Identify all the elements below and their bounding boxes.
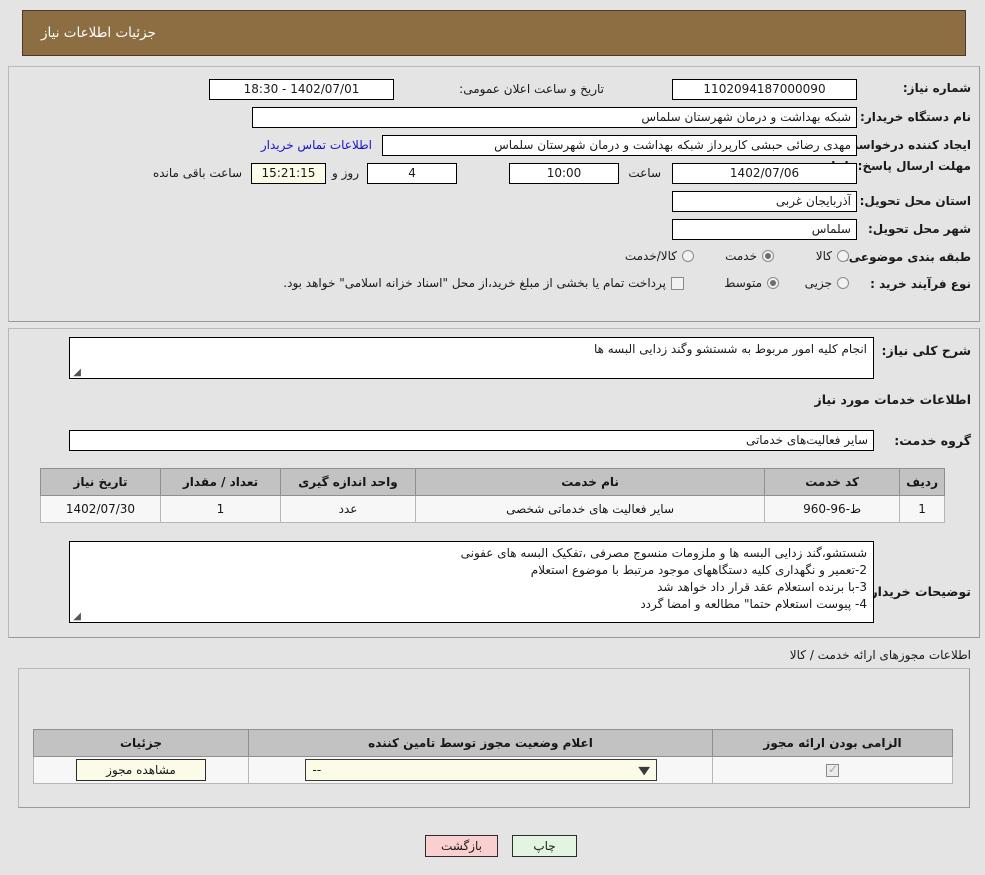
- remaining-hours-label: ساعت باقی مانده: [152, 166, 242, 180]
- category-option-kala-khedmat-label: کالا/خدمت: [624, 249, 677, 263]
- category-label: طبقه بندی موضوعی:: [843, 250, 971, 264]
- permits-panel: الزامی بودن ارائه مجوز اعلام وضعیت مجوز …: [18, 668, 970, 808]
- col-unit: واحد اندازه گیری: [280, 468, 416, 496]
- page-title: جزئیات اطلاعات نیاز: [41, 25, 156, 41]
- summary-textarea[interactable]: انجام کلیه امور مربوط به شستشو وگند زدای…: [69, 337, 874, 379]
- col-service-code: کد خدمت: [764, 468, 901, 496]
- services-table: ردیف کد خدمت نام خدمت واحد اندازه گیری ت…: [40, 468, 945, 523]
- announce-value: 1402/07/01 - 18:30: [209, 79, 394, 100]
- services-heading: اطلاعات خدمات مورد نیاز: [814, 392, 972, 407]
- buyer-note-line-3: 3-با برنده استعلام عقد قرار داد خواهد شد: [657, 580, 867, 594]
- cell-row-no: 1: [899, 495, 945, 523]
- cell-service-name: سایر فعالیت های خدماتی شخصی: [414, 495, 766, 523]
- checkbox-icon-treasury[interactable]: [671, 276, 684, 290]
- process-option-jozei[interactable]: جزیی: [805, 276, 849, 290]
- process-label: نوع فرآیند خرید :: [870, 277, 971, 291]
- summary-label: شرح کلی نیاز:: [881, 343, 971, 358]
- resize-grip-icon[interactable]: ◢: [72, 368, 81, 378]
- need-info-panel: شماره نیاز: 1102094187000090 تاریخ و ساع…: [8, 66, 980, 322]
- table-row: 1 ط-96-960 سایر فعالیت های خدماتی شخصی ع…: [40, 495, 945, 523]
- buyer-note-line-2: 2-تعمیر و نگهداری کلیه دستگاههای موجود م…: [530, 563, 867, 577]
- buyer-notes-textarea[interactable]: شستشو،گند زدایی البسه ها و ملزومات منسوج…: [69, 541, 874, 623]
- category-option-kala-khedmat[interactable]: کالا/خدمت: [625, 249, 694, 263]
- col-service-name: نام خدمت: [414, 468, 766, 496]
- city-label: شهر محل تحویل:: [867, 222, 971, 236]
- need-number-row: شماره نیاز:: [861, 81, 971, 95]
- need-number-value: 1102094187000090: [672, 79, 857, 100]
- cell-permit-required: [712, 756, 953, 784]
- announce-label: تاریخ و ساعت اعلان عمومی:: [459, 82, 604, 96]
- province-value: آذربایجان غربی: [672, 191, 857, 212]
- category-option-kala[interactable]: کالا: [816, 249, 849, 263]
- radio-icon-kala[interactable]: [837, 250, 849, 262]
- radio-icon-kala-khedmat[interactable]: [682, 250, 694, 262]
- creator-value: مهدی رضائی حبشی کارپرداز شبکه بهداشت و د…: [382, 135, 857, 156]
- cell-need-date: 1402/07/30: [40, 495, 161, 523]
- permits-section-label: اطلاعات مجوزهای ارائه خدمت / کالا: [789, 648, 971, 662]
- service-group-value: سایر فعالیت‌های خدماتی: [69, 430, 874, 451]
- creator-label: ایجاد کننده درخواست:: [841, 138, 971, 152]
- need-number-label: شماره نیاز:: [902, 81, 971, 95]
- need-details-panel: شرح کلی نیاز: انجام کلیه امور مربوط به ش…: [8, 328, 980, 638]
- buyer-org-label: نام دستگاه خریدار:: [860, 110, 971, 124]
- col-row-no: ردیف: [899, 468, 945, 496]
- permit-status-value: --: [312, 763, 322, 777]
- process-option-motavaset-label: متوسط: [724, 276, 762, 290]
- process-option-jozei-label: جزیی: [804, 276, 832, 290]
- cell-unit: عدد: [280, 495, 416, 523]
- radio-icon-jozei[interactable]: [837, 277, 849, 289]
- col-quantity: تعداد / مقدار: [160, 468, 281, 496]
- col-permit-status: اعلام وضعیت مجوز توسط تامین کننده: [248, 729, 713, 757]
- checkbox-icon-permit-required: [826, 762, 839, 777]
- category-option-khedmat[interactable]: خدمت: [725, 249, 774, 263]
- services-table-header-row: ردیف کد خدمت نام خدمت واحد اندازه گیری ت…: [40, 468, 945, 496]
- permit-status-select[interactable]: ▼ --: [304, 759, 657, 781]
- summary-value: انجام کلیه امور مربوط به شستشو وگند زدای…: [593, 342, 867, 356]
- col-permit-required: الزامی بودن ارائه مجوز: [712, 729, 953, 757]
- deadline-time-value: 10:00: [509, 163, 619, 184]
- remaining-timer-value: 15:21:15: [251, 163, 326, 184]
- chevron-down-icon: ▼: [638, 763, 651, 777]
- resize-grip-icon[interactable]: ◢: [72, 612, 81, 622]
- cell-permit-status: ▼ --: [248, 756, 713, 784]
- remaining-days-value: 4: [367, 163, 457, 184]
- remaining-days-label: روز و: [332, 166, 359, 180]
- treasury-bond-option[interactable]: پرداخت تمام یا بخشی از مبلغ خرید،از محل …: [283, 276, 684, 290]
- buyer-contact-link[interactable]: اطلاعات تماس خریدار: [261, 138, 372, 152]
- cell-permit-details: مشاهده مجوز: [33, 756, 249, 784]
- hour-label: ساعت: [628, 166, 661, 180]
- view-permit-button[interactable]: مشاهده مجوز: [76, 759, 206, 781]
- page-root: AnaTender .net AnaTender.net جزئیات اطلا…: [0, 0, 985, 875]
- process-option-motavaset[interactable]: متوسط: [724, 276, 779, 290]
- buyer-notes-label: توضیحات خریدار:: [865, 584, 971, 599]
- cell-service-code: ط-96-960: [764, 495, 901, 523]
- col-permit-details: جزئیات: [33, 729, 249, 757]
- category-option-kala-label: کالا: [815, 249, 832, 263]
- category-option-khedmat-label: خدمت: [725, 249, 757, 263]
- print-button[interactable]: چاپ: [512, 835, 577, 857]
- deadline-label: مهلت ارسال پاسخ: تا تاریخ:: [806, 159, 971, 173]
- buyer-note-line-4: 4- پیوست استعلام حتما" مطالعه و امضا گرد…: [640, 597, 867, 611]
- back-button[interactable]: بازگشت: [425, 835, 498, 857]
- deadline-date-value: 1402/07/06: [672, 163, 857, 184]
- service-group-label: گروه خدمت:: [894, 433, 971, 448]
- radio-icon-khedmat[interactable]: [762, 250, 774, 262]
- permits-table: الزامی بودن ارائه مجوز اعلام وضعیت مجوز …: [33, 729, 953, 784]
- cell-quantity: 1: [160, 495, 281, 523]
- permits-table-header-row: الزامی بودن ارائه مجوز اعلام وضعیت مجوز …: [33, 729, 953, 757]
- buyer-org-value: شبکه بهداشت و درمان شهرستان سلماس: [252, 107, 857, 128]
- radio-icon-motavaset[interactable]: [767, 277, 779, 289]
- city-value: سلماس: [672, 219, 857, 240]
- window-title-bar: جزئیات اطلاعات نیاز: [22, 10, 966, 56]
- treasury-bond-text: پرداخت تمام یا بخشی از مبلغ خرید،از محل …: [283, 276, 666, 290]
- table-row: ▼ -- مشاهده مجوز: [33, 756, 953, 784]
- col-need-date: تاریخ نیاز: [40, 468, 161, 496]
- buyer-note-line-1: شستشو،گند زدایی البسه ها و ملزومات منسوج…: [460, 546, 867, 560]
- province-label: استان محل تحویل:: [859, 194, 971, 208]
